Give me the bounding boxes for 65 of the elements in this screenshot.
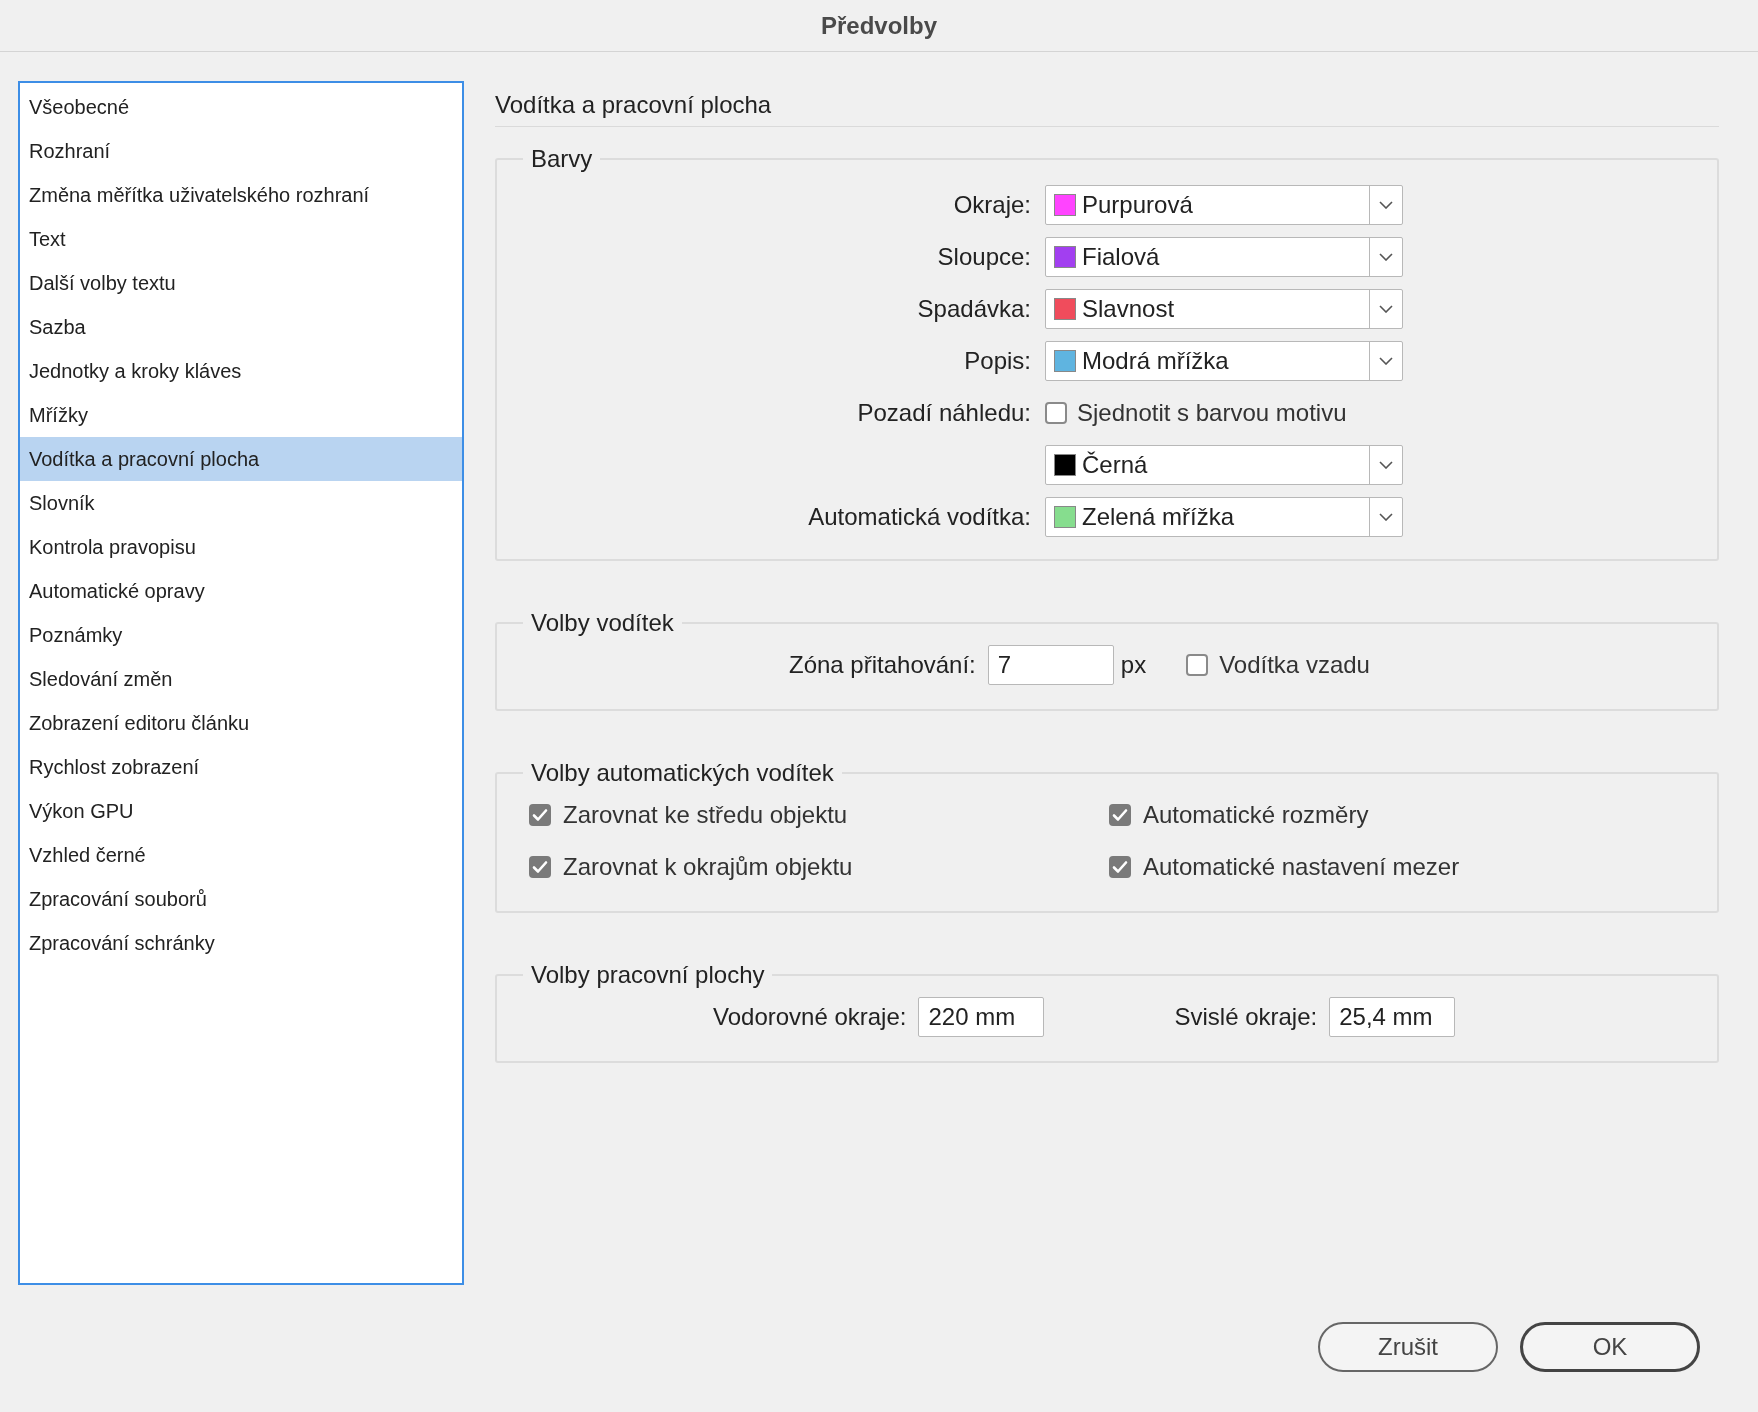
- category-item[interactable]: Kontrola pravopisu: [20, 525, 462, 569]
- category-item[interactable]: Slovník: [20, 481, 462, 525]
- field-label: Automatická vodítka:: [808, 502, 1031, 532]
- category-item[interactable]: Sledování změn: [20, 657, 462, 701]
- chevron-down-icon: [1379, 253, 1393, 261]
- checkbox[interactable]: [529, 856, 551, 878]
- checkbox-label[interactable]: Sjednotit s barvou motivu: [1077, 395, 1347, 431]
- group-title: Volby vodítek: [530, 608, 675, 638]
- chevron-down-icon: [1379, 201, 1393, 209]
- category-item[interactable]: Další volby textu: [20, 261, 462, 305]
- field-label: Spadávka:: [917, 294, 1031, 324]
- category-item[interactable]: Mřížky: [20, 393, 462, 437]
- group-title: Volby pracovní plochy: [530, 960, 766, 990]
- group-title: Barvy: [530, 144, 594, 174]
- field-label: Pozadí náhledu:: [857, 398, 1031, 428]
- checkbox[interactable]: [1186, 654, 1209, 676]
- checkbox[interactable]: [1109, 804, 1131, 826]
- category-item[interactable]: Vodítka a pracovní plocha: [20, 437, 462, 481]
- field-label: Vodorovné okraje:: [713, 1002, 907, 1032]
- category-item[interactable]: Rozhraní: [20, 129, 462, 173]
- number-field[interactable]: 7: [987, 645, 1114, 685]
- category-item[interactable]: Vzhled černé: [20, 833, 462, 877]
- field-label: Svislé okraje:: [1174, 1002, 1318, 1032]
- color-dropdown[interactable]: Černá: [1045, 445, 1403, 485]
- checkbox-label[interactable]: Zarovnat k okrajům objektu: [563, 849, 853, 885]
- category-item[interactable]: Sazba: [20, 305, 462, 349]
- checkbox[interactable]: [1045, 402, 1067, 424]
- group-title: Volby automatických vodítek: [530, 758, 835, 788]
- category-item[interactable]: Změna měřítka uživatelského rozhraní: [20, 173, 462, 217]
- chevron-down-icon: [1379, 305, 1393, 313]
- category-item[interactable]: Poznámky: [20, 613, 462, 657]
- field-label: Zóna přitahování:: [789, 650, 976, 680]
- checkbox-label[interactable]: Zarovnat ke středu objektu: [563, 797, 848, 833]
- category-item[interactable]: Text: [20, 217, 462, 261]
- category-item[interactable]: Zpracování souborů: [20, 877, 462, 921]
- category-item[interactable]: Všeobecné: [20, 85, 462, 129]
- checkbox-label[interactable]: Automatické nastavení mezer: [1143, 849, 1460, 885]
- category-item[interactable]: Výkon GPU: [20, 789, 462, 833]
- dialog-button[interactable]: OK: [1520, 1322, 1700, 1372]
- chevron-down-icon: [1379, 461, 1393, 469]
- chevron-down-icon: [1379, 513, 1393, 521]
- window-title: Předvolby: [820, 10, 937, 41]
- category-item[interactable]: Automatické opravy: [20, 569, 462, 613]
- text-field[interactable]: 25,4 mm: [1329, 997, 1456, 1037]
- category-item[interactable]: Zpracování schránky: [20, 921, 462, 965]
- checkbox[interactable]: [529, 804, 551, 826]
- field-label: Okraje:: [953, 190, 1031, 220]
- dialog-button[interactable]: Zrušit: [1318, 1322, 1498, 1372]
- category-item[interactable]: Jednotky a kroky kláves: [20, 349, 462, 393]
- checkbox-label[interactable]: Automatické rozměry: [1143, 797, 1369, 833]
- chevron-down-icon: [1379, 357, 1393, 365]
- color-dropdown[interactable]: Slavnost: [1045, 289, 1403, 329]
- field-label: Popis:: [964, 346, 1031, 376]
- unit-label: px: [1120, 650, 1147, 680]
- category-item[interactable]: Zobrazení editoru článku: [20, 701, 462, 745]
- color-dropdown[interactable]: Modrá mřížka: [1045, 341, 1403, 381]
- field-label: Sloupce:: [937, 242, 1031, 272]
- color-dropdown[interactable]: Zelená mřížka: [1045, 497, 1403, 537]
- checkbox[interactable]: [1109, 856, 1131, 878]
- category-item[interactable]: Rychlost zobrazení: [20, 745, 462, 789]
- color-dropdown[interactable]: Fialová: [1045, 237, 1403, 277]
- text-field[interactable]: 220 mm: [918, 997, 1045, 1037]
- color-dropdown[interactable]: Purpurová: [1045, 185, 1403, 225]
- section-title: Vodítka a pracovní plocha: [495, 90, 772, 120]
- checkbox-label[interactable]: Vodítka vzadu: [1219, 647, 1370, 683]
